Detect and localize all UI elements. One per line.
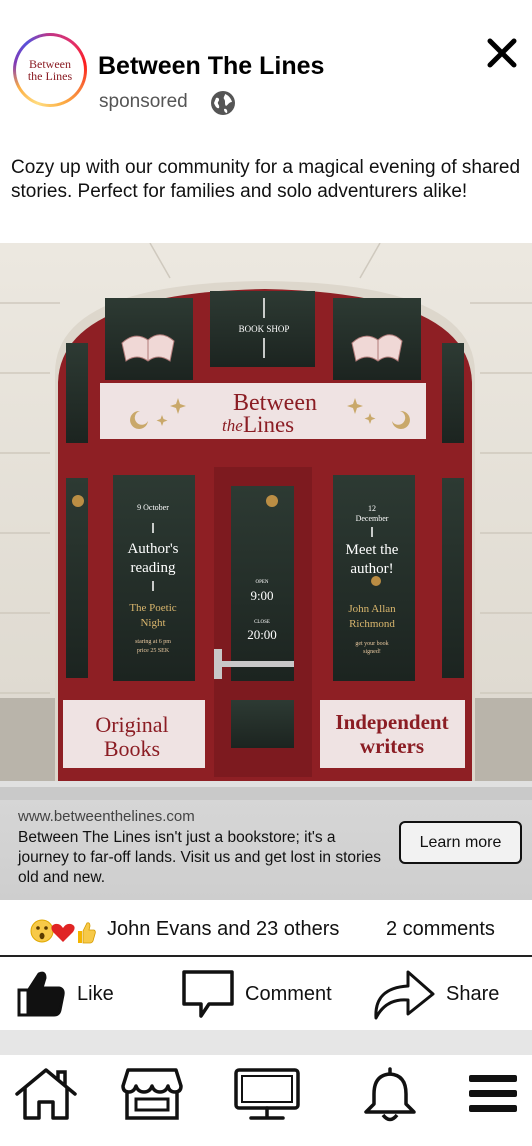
right-window-sub1: John Allan (348, 603, 396, 615)
right-window-small1: get your book (355, 641, 388, 647)
notifications-icon[interactable] (362, 1066, 418, 1124)
heart-reaction-icon (51, 923, 75, 942)
panel-right-line1: Independent (335, 710, 448, 734)
section-divider (0, 1030, 532, 1055)
comment-icon (182, 970, 234, 1018)
left-window-sub1: The Poetic (129, 602, 176, 614)
right-window-small2: signed! (363, 649, 381, 655)
left-window-title1: Author's (127, 541, 178, 557)
page-name[interactable]: Between The Lines (98, 52, 324, 81)
share-label: Share (446, 982, 500, 1005)
like-button[interactable]: Like (15, 966, 114, 1022)
avatar-text-line2: the Lines (27, 69, 73, 83)
menu-icon[interactable] (468, 1066, 518, 1122)
right-window-date1: 12 (368, 504, 376, 513)
panel-left-line2: Books (104, 736, 160, 761)
page-avatar[interactable]: Between the Lines (13, 33, 87, 107)
reaction-icons[interactable] (30, 917, 96, 945)
close-icon[interactable] (486, 37, 518, 69)
left-window-title2: reading (131, 560, 176, 576)
thumbs-up-reaction-icon (78, 922, 96, 944)
door-open-time: 9:00 (250, 588, 273, 603)
comment-button[interactable]: Comment (181, 966, 332, 1022)
like-icon (17, 971, 65, 1017)
watch-icon[interactable] (233, 1066, 301, 1122)
home-icon[interactable] (14, 1066, 78, 1122)
panel-left-line1: Original (95, 712, 168, 737)
book-shop-sign: BOOK SHOP (239, 324, 290, 334)
door-open-label: OPEN (255, 580, 268, 585)
left-window-sub2: Night (140, 617, 165, 629)
comments-count[interactable]: 2 comments (386, 918, 495, 941)
wow-reaction-icon (30, 919, 54, 943)
right-window-date2: December (356, 514, 389, 523)
link-url[interactable]: www.betweenthelines.com (18, 808, 195, 825)
right-window-title2: author! (350, 561, 393, 577)
door-close-time: 20:00 (247, 627, 277, 642)
comment-label: Comment (245, 982, 332, 1005)
share-button[interactable]: Share (372, 966, 499, 1022)
globe-icon (211, 91, 235, 115)
door-close-label: CLOSE (254, 620, 270, 625)
marketplace-icon[interactable] (120, 1066, 184, 1122)
post-caption: Cozy up with our community for a magical… (11, 157, 521, 202)
sign-lines: Lines (243, 412, 294, 437)
left-window-small2: price 25 SEK (137, 648, 170, 654)
like-label: Like (77, 982, 114, 1005)
sign-the: the (222, 416, 243, 435)
left-window-date: 9 October (137, 503, 169, 512)
learn-more-button[interactable]: Learn more (399, 821, 522, 864)
sponsored-label: sponsored (99, 91, 188, 112)
link-description: Between The Lines isn't just a bookstore… (18, 829, 382, 886)
right-window-title1: Meet the (346, 542, 399, 558)
panel-right-line2: writers (360, 734, 424, 758)
reaction-names[interactable]: John Evans and 23 others (107, 918, 339, 941)
left-window-small1: staring at 6 pm (135, 639, 171, 645)
share-icon (374, 970, 435, 1020)
right-window-sub2: Richmond (349, 618, 395, 630)
